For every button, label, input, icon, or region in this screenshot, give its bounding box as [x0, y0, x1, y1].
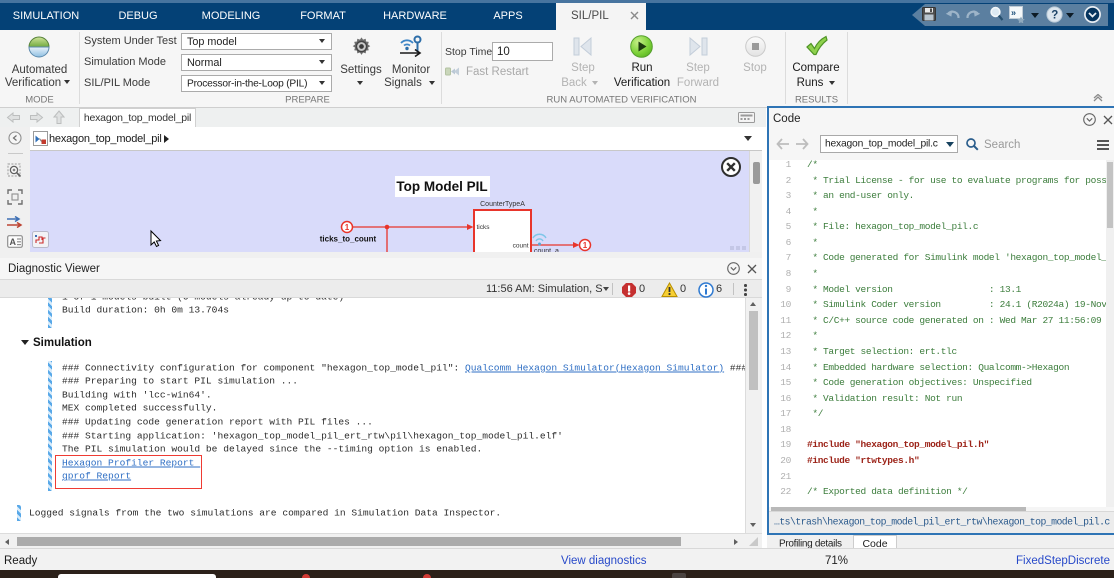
- svg-text:CounterTypeA: CounterTypeA: [480, 201, 525, 208]
- svg-text:1: 1: [345, 223, 350, 232]
- svg-text:?: ?: [1051, 10, 1058, 22]
- svg-text:count: count: [513, 243, 529, 250]
- svg-text:A: A: [10, 237, 17, 247]
- svg-text:»: »: [1011, 8, 1016, 18]
- svg-text:1: 1: [583, 241, 588, 250]
- svg-text:ticks: ticks: [477, 224, 491, 231]
- svg-text:Top Model PIL: Top Model PIL: [396, 179, 487, 194]
- svg-text:ticks_to_count: ticks_to_count: [320, 235, 377, 244]
